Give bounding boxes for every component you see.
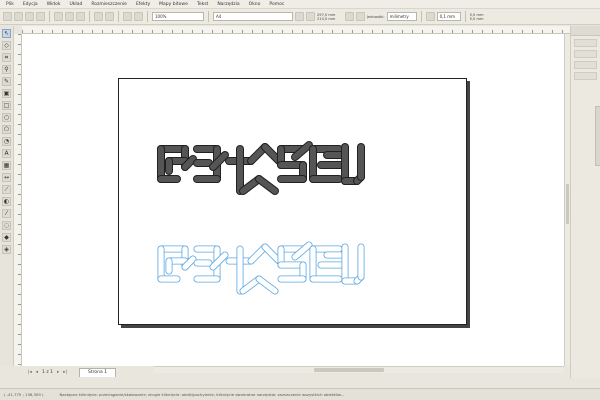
toolbar-separator xyxy=(208,11,209,22)
open-icon[interactable] xyxy=(14,12,23,21)
logo-filled[interactable] xyxy=(157,141,365,195)
menu-item-text[interactable]: Tekst xyxy=(197,2,208,7)
toolbar-separator xyxy=(89,11,90,22)
nudge-icon xyxy=(425,12,435,21)
basic-shapes-icon[interactable]: ◔ xyxy=(2,137,11,146)
menu-item-arrange[interactable]: Rozmieszczenie xyxy=(91,2,127,7)
vertical-scroll-thumb[interactable] xyxy=(566,184,569,224)
orientation-landscape-icon[interactable] xyxy=(306,12,315,21)
zoom-select[interactable]: 100% xyxy=(152,12,204,21)
cut-icon[interactable] xyxy=(54,12,63,21)
docker-panel xyxy=(570,26,600,378)
save-icon[interactable] xyxy=(25,12,34,21)
logo-wireframe[interactable] xyxy=(157,241,365,295)
current-page-icon[interactable] xyxy=(356,12,365,21)
docker-header xyxy=(571,26,600,36)
first-page-button[interactable]: |◂ xyxy=(28,370,32,375)
docker-row[interactable] xyxy=(574,39,597,47)
menu-item-view[interactable]: Widok xyxy=(47,2,61,7)
horizontal-scrollbar[interactable] xyxy=(154,366,564,373)
outline-tool-icon[interactable]: ◌ xyxy=(2,221,11,230)
import-icon[interactable] xyxy=(123,12,132,21)
new-icon[interactable] xyxy=(3,12,12,21)
menu-item-tools[interactable]: Narzędzia xyxy=(217,2,239,7)
duplicate-y[interactable]: 5,0 mm xyxy=(470,17,498,21)
page-dimensions: 297,0 mm 210,0 mm xyxy=(317,13,343,21)
horizontal-scroll-thumb[interactable] xyxy=(314,368,384,372)
status-bar: ( -41,775 ; 136,309 ) Następne kliknięci… xyxy=(0,388,600,400)
pick-tool-icon[interactable]: ↖ xyxy=(2,29,11,38)
page-height[interactable]: 210,0 mm xyxy=(317,17,343,21)
toolbar-separator xyxy=(464,11,466,22)
page-tab[interactable]: Strona 1 xyxy=(79,367,117,377)
freehand-tool-icon[interactable]: ✎ xyxy=(2,77,11,86)
copy-icon[interactable] xyxy=(65,12,74,21)
page-size-select[interactable]: A4 xyxy=(213,12,293,21)
menu-item-effects[interactable]: Efekty xyxy=(136,2,150,7)
docker-row[interactable] xyxy=(574,72,597,80)
units-select[interactable]: milimetry xyxy=(386,12,417,21)
all-pages-icon[interactable] xyxy=(345,12,354,21)
horizontal-ruler[interactable] xyxy=(22,26,570,34)
redo-icon[interactable] xyxy=(105,12,114,21)
menu-item-edit[interactable]: Edycja xyxy=(23,2,38,7)
connector-tool-icon[interactable]: ⟋ xyxy=(2,185,11,194)
dimension-tool-icon[interactable]: ↔ xyxy=(2,173,11,182)
smart-fill-icon[interactable]: ▣ xyxy=(2,89,11,98)
interactive-fill-icon[interactable]: ◈ xyxy=(2,245,11,254)
duplicate-distance: 5,0 mm 5,0 mm xyxy=(470,13,498,21)
undo-icon[interactable] xyxy=(94,12,103,21)
drawing-canvas[interactable] xyxy=(22,34,564,366)
docker-row[interactable] xyxy=(574,50,597,58)
docker-row[interactable] xyxy=(574,61,597,69)
shape-tool-icon[interactable]: ◇ xyxy=(2,41,11,50)
menu-item-help[interactable]: Pomoc xyxy=(269,2,284,7)
toolbar-separator xyxy=(147,11,148,22)
toolbar-separator xyxy=(118,11,119,22)
menubar: Plik Edycja Widok Układ Rozmieszczenie E… xyxy=(0,0,600,9)
cursor-coordinates: ( -41,775 ; 136,309 ) xyxy=(4,392,44,397)
blend-tool-icon[interactable]: ◐ xyxy=(2,197,11,206)
export-icon[interactable] xyxy=(134,12,143,21)
page-count: 1 z 1 xyxy=(42,369,53,375)
document-page[interactable] xyxy=(118,78,467,325)
vertical-ruler[interactable] xyxy=(14,34,22,366)
polygon-tool-icon[interactable]: ⬠ xyxy=(2,125,11,134)
eyedropper-tool-icon[interactable]: ⁄ xyxy=(2,209,11,218)
crop-tool-icon[interactable]: ⌗ xyxy=(2,53,11,62)
fill-tool-icon[interactable]: ◆ xyxy=(2,233,11,242)
nudge-input[interactable]: 0,1 mm xyxy=(436,12,461,21)
ellipse-tool-icon[interactable]: ○ xyxy=(2,113,11,122)
last-page-button[interactable]: ▸| xyxy=(63,370,67,375)
text-tool-icon[interactable]: A xyxy=(2,149,11,158)
orientation-portrait-icon[interactable] xyxy=(295,12,304,21)
menu-item-bitmaps[interactable]: Mapy bitowe xyxy=(159,2,188,7)
toolbar-separator xyxy=(49,11,50,22)
logo-artwork[interactable] xyxy=(119,79,468,326)
zoom-tool-icon[interactable]: ⚲ xyxy=(2,65,11,74)
menu-item-window[interactable]: Okno xyxy=(249,2,261,7)
status-hint: Następne kliknięcie: przeciąganie/skalow… xyxy=(59,392,345,397)
table-tool-icon[interactable]: ▦ xyxy=(2,161,11,170)
toolbox: ↖ ◇ ⌗ ⚲ ✎ ▣ □ ○ ⬠ ◔ A ▦ ↔ ⟋ ◐ ⁄ ◌ ◆ ◈ xyxy=(0,26,14,366)
paste-icon[interactable] xyxy=(76,12,85,21)
corel-window: Plik Edycja Widok Układ Rozmieszczenie E… xyxy=(0,0,600,400)
docker-tab[interactable] xyxy=(595,106,600,166)
print-icon[interactable] xyxy=(36,12,45,21)
toolbar-separator xyxy=(420,11,422,22)
page-navigator: |◂ ◂ 1 z 1 ▸ ▸| Strona 1 xyxy=(14,366,154,378)
standard-toolbar: 100% A4 297,0 mm 210,0 mm Jednostki: mil… xyxy=(0,9,600,25)
menu-item-file[interactable]: Plik xyxy=(6,2,14,7)
prev-page-button[interactable]: ◂ xyxy=(36,370,38,375)
units-label: Jednostki: xyxy=(367,14,385,19)
rectangle-tool-icon[interactable]: □ xyxy=(2,101,11,110)
menu-item-layout[interactable]: Układ xyxy=(70,2,83,7)
next-page-button[interactable]: ▸ xyxy=(57,370,59,375)
